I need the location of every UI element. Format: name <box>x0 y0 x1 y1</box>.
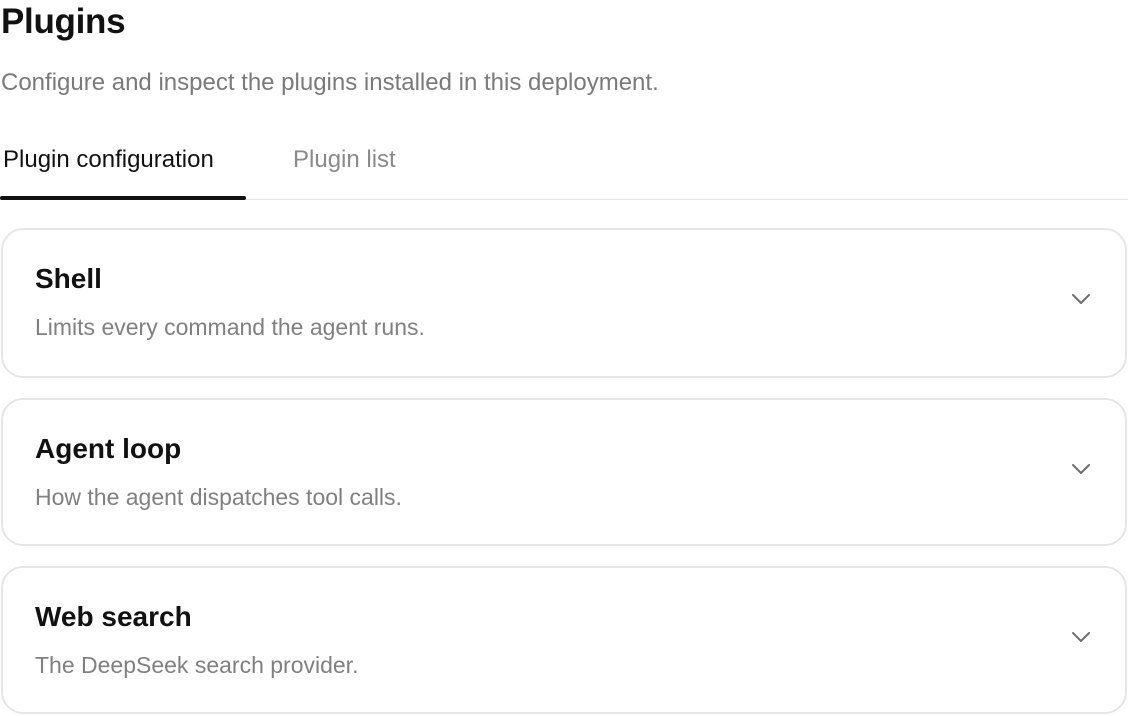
chevron-down-icon[interactable] <box>1071 292 1091 306</box>
plugin-card-shell[interactable]: Shell Limits every command the agent run… <box>1 228 1127 378</box>
plugin-card-agent-loop[interactable]: Agent loop How the agent dispatches tool… <box>1 398 1127 546</box>
chevron-down-icon[interactable] <box>1071 462 1091 476</box>
card-title: Agent loop <box>35 433 182 464</box>
page-title: Plugins <box>1 2 126 41</box>
active-tab-indicator <box>0 196 246 200</box>
card-description: How the agent dispatches tool calls. <box>35 484 402 510</box>
chevron-down-icon[interactable] <box>1071 630 1091 644</box>
card-description: The DeepSeek search provider. <box>35 652 359 678</box>
page-subtitle: Configure and inspect the plugins instal… <box>1 69 659 96</box>
tab-bar: Plugin configuration Plugin list <box>0 130 1128 200</box>
tab-plugin-list[interactable]: Plugin list <box>293 144 396 176</box>
tab-plugin-configuration[interactable]: Plugin configuration <box>3 144 214 176</box>
card-title: Shell <box>35 263 102 294</box>
card-title: Web search <box>35 601 192 632</box>
card-description: Limits every command the agent runs. <box>35 314 425 340</box>
plugins-page: Plugins Configure and inspect the plugin… <box>0 0 1128 716</box>
plugin-card-web-search[interactable]: Web search The DeepSeek search provider. <box>1 566 1127 714</box>
